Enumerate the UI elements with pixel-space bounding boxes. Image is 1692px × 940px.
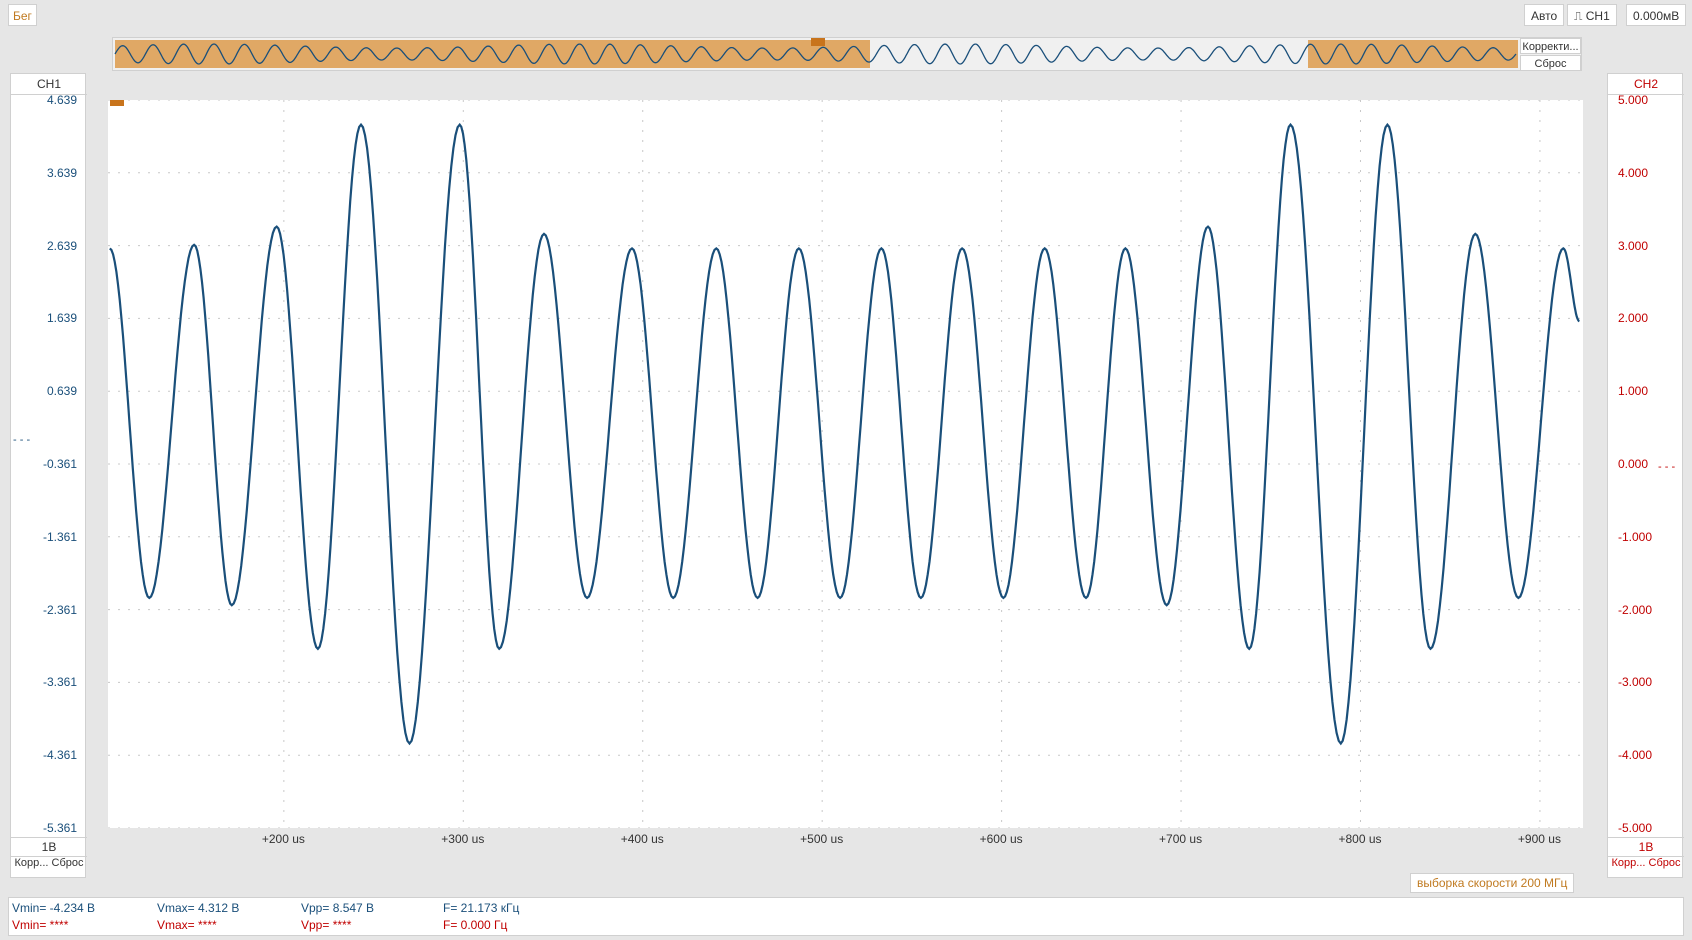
ch1-scale[interactable]: 1В bbox=[11, 837, 87, 857]
x-tick-label: +400 us bbox=[620, 832, 664, 846]
run-status[interactable]: Бег bbox=[8, 4, 37, 26]
ch1-tick-label: -3.361 bbox=[42, 675, 77, 690]
ch1-tick-label: -5.361 bbox=[42, 821, 77, 835]
measurements-bar: Vmin= -4.234 В Vmax= 4.312 В Vpp= 8.547 … bbox=[8, 897, 1684, 936]
ch2-tick-label: 0.000 bbox=[1618, 457, 1649, 471]
overview-svg bbox=[113, 38, 1581, 70]
x-tick-label: +700 us bbox=[1159, 832, 1203, 846]
x-tick-label: +900 us bbox=[1517, 832, 1561, 846]
ch2-tick-label: -5.000 bbox=[1618, 821, 1653, 835]
trigger-mode-button[interactable]: Авто bbox=[1524, 4, 1565, 26]
ch2-offset-marker: - - - bbox=[1658, 461, 1676, 473]
ch2-vpp: Vpp= **** bbox=[301, 918, 352, 932]
ch1-tick-label: 4.639 bbox=[46, 93, 77, 107]
trigger-level-marker bbox=[110, 100, 124, 106]
ch1-tick-label: 1.639 bbox=[46, 311, 77, 326]
ch1-tick-label: 3.639 bbox=[46, 165, 77, 180]
ch1-tick-label: -4.361 bbox=[42, 748, 77, 763]
x-tick-label: +300 us bbox=[441, 832, 485, 846]
ch2-coupling[interactable]: Корр... Сброс bbox=[1608, 857, 1684, 869]
ch2-tick-label: 5.000 bbox=[1618, 93, 1649, 107]
ch1-tick-label: 2.639 bbox=[46, 238, 77, 253]
ch2-tick-label: -2.000 bbox=[1618, 602, 1653, 617]
ch1-tick-label: -0.361 bbox=[42, 457, 77, 471]
trigger-channel-label: CH1 bbox=[1585, 9, 1610, 23]
ch1-offset-marker: - - - bbox=[13, 434, 31, 446]
ch2-tick-label: -1.000 bbox=[1618, 529, 1653, 544]
ch2-tick-label: 4.000 bbox=[1618, 165, 1649, 180]
ch2-scale[interactable]: 1В bbox=[1608, 837, 1684, 857]
ch2-freq: F= 0.000 Гц bbox=[443, 918, 508, 932]
ch1-tick-label: 0.639 bbox=[46, 384, 77, 399]
x-tick-label: +600 us bbox=[979, 832, 1023, 846]
ch2-vmax: Vmax= **** bbox=[157, 918, 217, 932]
ch1-name[interactable]: CH1 bbox=[11, 74, 87, 95]
ch1-coupling[interactable]: Корр... Сброс bbox=[11, 857, 87, 869]
x-tick-label: +800 us bbox=[1338, 832, 1382, 846]
ch1-vpp: Vpp= 8.547 В bbox=[301, 901, 375, 915]
overview-trigger-marker bbox=[811, 38, 825, 46]
overview-correct-button[interactable]: Корректи... bbox=[1520, 38, 1581, 54]
ch2-name[interactable]: CH2 bbox=[1608, 74, 1684, 95]
ch1-freq: F= 21.173 кГц bbox=[443, 901, 520, 915]
ch1-tick-label: -2.361 bbox=[42, 602, 77, 617]
trigger-edge-icon: ⎍ bbox=[1574, 9, 1583, 23]
plot-svg bbox=[108, 100, 1583, 828]
overview-reset-button[interactable]: Сброс bbox=[1520, 55, 1581, 71]
trigger-channel-button[interactable]: ⎍ CH1 bbox=[1567, 4, 1617, 26]
sample-rate: выборка скорости 200 МГц bbox=[1410, 873, 1575, 893]
ch2-tick-label: 2.000 bbox=[1618, 311, 1649, 326]
ch1-waveform bbox=[109, 122, 1580, 746]
x-tick-label: +500 us bbox=[800, 832, 844, 846]
ch1-tick-label: -1.361 bbox=[42, 529, 77, 544]
oscilloscope-plot[interactable] bbox=[108, 100, 1583, 828]
waveform-overview[interactable] bbox=[112, 37, 1582, 71]
trigger-level[interactable]: 0.000мВ bbox=[1626, 4, 1687, 26]
x-tick-label: +200 us bbox=[261, 832, 305, 846]
ch2-tick-label: 3.000 bbox=[1618, 238, 1649, 253]
ch2-vmin: Vmin= **** bbox=[12, 918, 69, 932]
ch1-axis-panel: CH1 4.639 3.639 2.639 1.639 0.639 -0.361 -1.36… bbox=[10, 73, 87, 878]
ch1-vmin: Vmin= -4.234 В bbox=[12, 901, 96, 915]
ch2-tick-label: -4.000 bbox=[1618, 748, 1653, 763]
ch2-axis-panel: CH2 5.000 4.000 3.000 2.000 1.000 0.000 -1.000… bbox=[1607, 73, 1684, 878]
ch2-tick-label: 1.000 bbox=[1618, 384, 1649, 399]
ch2-tick-label: -3.000 bbox=[1618, 675, 1653, 690]
ch1-vmax: Vmax= 4.312 В bbox=[157, 901, 240, 915]
